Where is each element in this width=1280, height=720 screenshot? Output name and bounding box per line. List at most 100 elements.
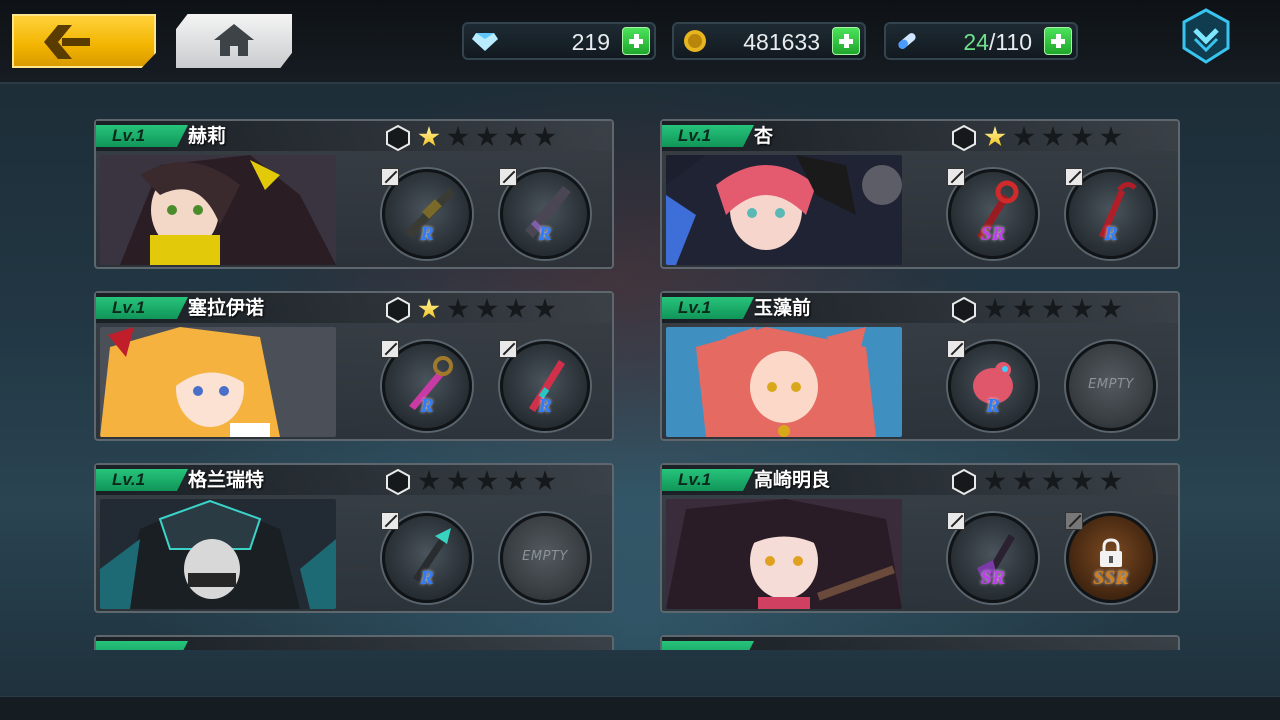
star-icon: [418, 126, 440, 147]
star-rating: [984, 470, 1129, 492]
character-card[interactable]: Lv.1 玉藻前 R EMPTY: [660, 291, 1180, 441]
star-rating: [418, 126, 563, 148]
rarity-label: SR: [980, 567, 1006, 589]
empty-slot[interactable]: EMPTY: [1066, 341, 1156, 431]
empty-slot[interactable]: EMPTY: [500, 513, 590, 603]
weapon-slot-1[interactable]: SR: [947, 512, 1038, 603]
character-portrait: [100, 499, 336, 609]
character-name: 高崎明良: [754, 469, 831, 491]
rank-hexagon-icon: [952, 125, 976, 151]
home-button[interactable]: [176, 14, 292, 68]
rarity-label: R: [420, 567, 434, 589]
star-icon: [418, 470, 440, 491]
edit-icon: [1065, 512, 1083, 530]
empty-label: EMPTY: [522, 549, 568, 564]
star-rating: [418, 298, 563, 320]
star-icon: [476, 126, 498, 147]
rarity-label: R: [538, 395, 552, 417]
level-tag: Lv.1: [662, 125, 754, 147]
rank-hexagon-icon: [386, 469, 410, 495]
level-tag: Lv.1: [662, 469, 754, 491]
character-card[interactable]: Lv.1 高崎明良 SR SSR: [660, 463, 1180, 613]
character-name: 塞拉伊诺: [188, 297, 265, 319]
menu-button[interactable]: [1180, 8, 1232, 64]
weapon-slot-1[interactable]: R: [381, 512, 472, 603]
star-icon: [1013, 470, 1035, 491]
empty-label: EMPTY: [1088, 377, 1134, 392]
stamina-max: /110: [988, 29, 1032, 55]
rank-hexagon-icon: [386, 125, 410, 151]
add-gold-button[interactable]: [832, 27, 860, 55]
weapon-slot-2[interactable]: R: [499, 168, 590, 259]
rank-hexagon-icon: [386, 297, 410, 323]
character-portrait: [100, 155, 336, 265]
star-icon: [1100, 470, 1122, 491]
star-icon: [984, 470, 1006, 491]
character-name: 格兰瑞特: [188, 469, 265, 491]
gold-counter: 481633: [672, 22, 866, 60]
character-card-partial[interactable]: [660, 635, 1180, 650]
star-icon: [1071, 298, 1093, 319]
chevron-down-shield-icon: [1182, 8, 1230, 64]
back-button[interactable]: [12, 14, 156, 68]
star-icon: [447, 298, 469, 319]
star-icon: [534, 298, 556, 319]
locked-slot[interactable]: SSR: [1065, 512, 1156, 603]
rarity-label: SR: [980, 223, 1006, 245]
rarity-label: R: [420, 223, 434, 245]
star-icon: [505, 298, 527, 319]
star-icon: [1042, 470, 1064, 491]
character-portrait: [666, 155, 902, 265]
character-card[interactable]: Lv.1 杏 SR R: [660, 119, 1180, 269]
rarity-label: R: [986, 395, 1000, 417]
weapon-slot-2[interactable]: R: [499, 340, 590, 431]
character-portrait: [666, 327, 902, 437]
star-icon: [984, 298, 1006, 319]
rarity-label: R: [420, 395, 434, 417]
star-rating: [418, 470, 563, 492]
weapon-slot-1[interactable]: SR: [947, 168, 1038, 259]
star-icon: [1071, 470, 1093, 491]
stamina-current: 24: [963, 29, 989, 55]
character-card-partial[interactable]: [94, 635, 614, 650]
rarity-label: R: [538, 223, 552, 245]
star-rating: [984, 298, 1129, 320]
level-tag: Lv.1: [96, 469, 188, 491]
weapon-slot-1[interactable]: R: [381, 168, 472, 259]
star-icon: [1042, 298, 1064, 319]
add-stamina-button[interactable]: [1044, 27, 1072, 55]
level-tag: Lv.1: [96, 125, 188, 147]
character-name: 玉藻前: [754, 297, 812, 319]
star-icon: [1100, 298, 1122, 319]
star-icon: [505, 470, 527, 491]
weapon-slot-1[interactable]: R: [947, 340, 1038, 431]
diamond-icon: [472, 33, 498, 51]
weapon-slot-1[interactable]: R: [381, 340, 472, 431]
level-tag: Lv.1: [96, 297, 188, 319]
star-icon: [447, 126, 469, 147]
rank-hexagon-icon: [952, 297, 976, 323]
star-icon: [984, 126, 1006, 147]
character-card[interactable]: Lv.1 塞拉伊诺 R R: [94, 291, 614, 441]
star-icon: [418, 298, 440, 319]
chevron-left-icon: [44, 25, 90, 59]
weapon-slot-2[interactable]: R: [1065, 168, 1156, 259]
level-tag: Lv.1: [662, 297, 754, 319]
rank-hexagon-icon: [952, 469, 976, 495]
add-diamonds-button[interactable]: [622, 27, 650, 55]
stamina-counter: 24/110: [884, 22, 1078, 60]
star-icon: [534, 126, 556, 147]
stamina-value: 24/110: [963, 29, 1032, 56]
stamina-capsule-icon: [898, 33, 916, 49]
character-card[interactable]: Lv.1 赫莉 R R: [94, 119, 614, 269]
star-rating: [984, 126, 1129, 148]
star-icon: [476, 298, 498, 319]
bottom-bar: [0, 696, 1280, 720]
star-icon: [1100, 126, 1122, 147]
character-portrait: [100, 327, 336, 437]
star-icon: [534, 470, 556, 491]
gold-value: 481633: [743, 29, 820, 55]
character-card[interactable]: Lv.1 格兰瑞特 R EMPTY: [94, 463, 614, 613]
top-bar: 219 481633 24/110: [0, 0, 1280, 84]
diamond-value: 219: [571, 29, 610, 55]
